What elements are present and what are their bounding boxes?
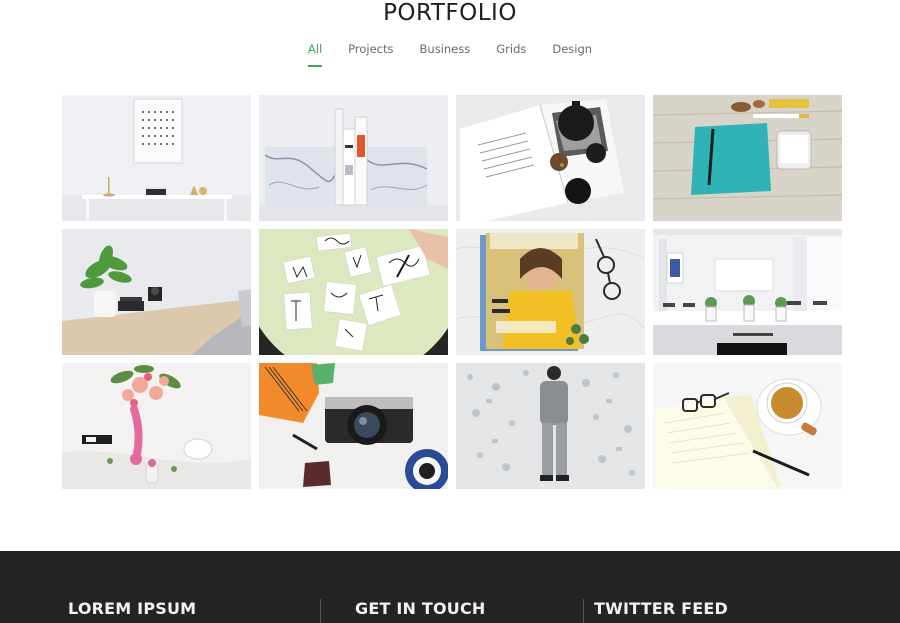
teal-notebook-image	[653, 95, 842, 221]
vogue-magazine-image	[456, 229, 645, 355]
gallery-item-teal-notebook[interactable]	[653, 95, 842, 221]
gallery-item-flowers[interactable]	[62, 363, 251, 489]
plant-desk-image	[62, 229, 251, 355]
filter-all[interactable]: All	[307, 42, 323, 67]
footer-divider	[583, 599, 584, 623]
flowers-image	[62, 363, 251, 489]
filter-business[interactable]: Business	[420, 42, 471, 62]
person-wall-image	[456, 363, 645, 489]
gallery-item-handwritten-cards[interactable]	[259, 229, 448, 355]
portfolio-gallery	[62, 95, 843, 489]
gallery-item-magazine-teapot[interactable]	[456, 95, 645, 221]
gallery-item-vogue-magazine[interactable]	[456, 229, 645, 355]
footer-heading-lorem-ipsum: LOREM IPSUM	[68, 599, 197, 618]
gallery-item-desk-poster[interactable]	[62, 95, 251, 221]
gallery-item-books-bookends[interactable]	[259, 95, 448, 221]
notebook-tea-image	[653, 363, 842, 489]
meeting-room-image	[653, 229, 842, 355]
filter-design[interactable]: Design	[552, 42, 592, 62]
gallery-item-notebook-tea[interactable]	[653, 363, 842, 489]
site-footer: LOREM IPSUM GET IN TOUCH TWITTER FEED	[0, 551, 900, 623]
gallery-item-camera[interactable]	[259, 363, 448, 489]
camera-image	[259, 363, 448, 489]
books-bookends-image	[259, 95, 448, 221]
filter-projects[interactable]: Projects	[348, 42, 393, 62]
gallery-item-meeting-room[interactable]	[653, 229, 842, 355]
footer-heading-twitter-feed: TWITTER FEED	[594, 599, 729, 618]
portfolio-filter-nav: All Projects Business Grids Design	[0, 42, 900, 67]
footer-heading-get-in-touch: GET IN TOUCH	[355, 599, 486, 618]
filter-grids[interactable]: Grids	[496, 42, 526, 62]
gallery-item-person-wall[interactable]	[456, 363, 645, 489]
handwritten-cards-image	[259, 229, 448, 355]
footer-divider	[320, 599, 321, 623]
magazine-teapot-image	[456, 95, 645, 221]
page-title: PORTFOLIO	[383, 0, 517, 26]
gallery-item-plant-desk[interactable]	[62, 229, 251, 355]
desk-poster-image	[62, 95, 251, 221]
